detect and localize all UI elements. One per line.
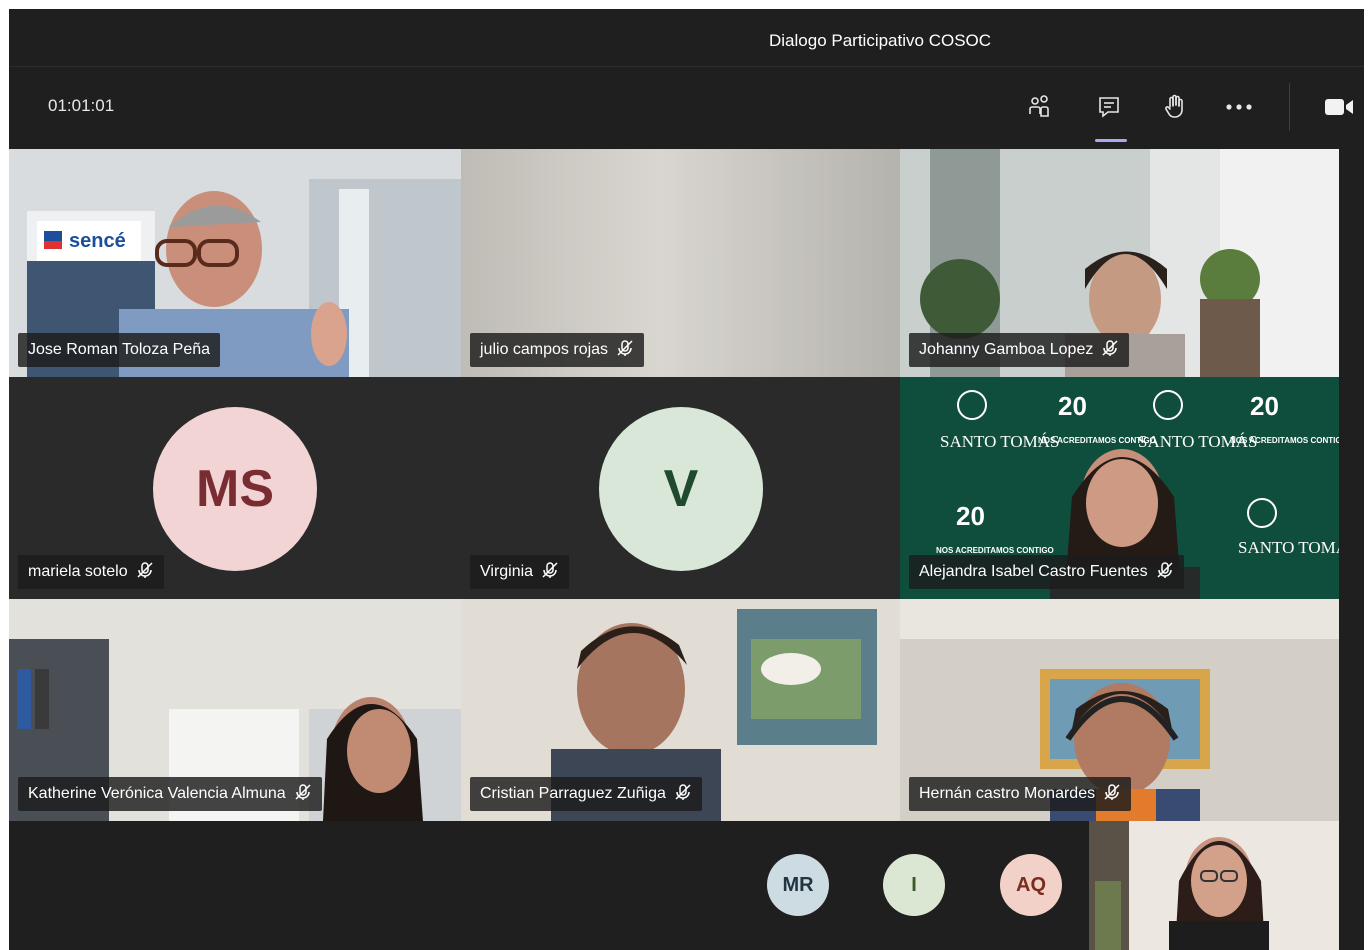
participant-name-label: Hernán castro Monardes	[909, 777, 1132, 811]
teams-meeting-window: Dialogo Participativo COSOC 01:01:01 sen…	[9, 9, 1364, 950]
anniversary-number: 20	[1250, 391, 1279, 421]
participant-name: Hernán castro Monardes	[919, 785, 1096, 802]
avatar-initials: I	[911, 873, 917, 896]
people-icon[interactable]	[1023, 91, 1057, 123]
participant-name: Johanny Gamboa Lopez	[919, 341, 1094, 358]
mic-muted-icon	[1156, 561, 1174, 584]
video-tile-katherine[interactable]: Katherine Verónica Valencia Almuna	[9, 599, 461, 821]
title-bar: Dialogo Participativo COSOC	[9, 9, 1364, 67]
campaign-text: NOS ACREDITAMOS CONTIGO	[1230, 436, 1339, 445]
overflow-avatar[interactable]: MR	[767, 854, 829, 916]
avatar-tile-mariela[interactable]: MS mariela sotelo	[9, 377, 461, 599]
overflow-avatar[interactable]: I	[883, 854, 945, 916]
mic-muted-icon	[1103, 783, 1121, 806]
participant-name-label: Jose Roman Toloza Peña	[18, 333, 221, 367]
participant-name-label: Virginia	[470, 555, 570, 589]
campaign-text: NOS ACREDITAMOS CONTIGO	[1038, 436, 1156, 445]
anniversary-number: 20	[956, 501, 985, 531]
camera-icon[interactable]	[1322, 91, 1356, 123]
mic-muted-icon	[616, 339, 634, 362]
mic-muted-icon	[1101, 339, 1119, 362]
participant-name-label: mariela sotelo	[18, 555, 164, 589]
participant-name: Alejandra Isabel Castro Fuentes	[919, 563, 1148, 580]
anniversary-number: 20	[1058, 391, 1087, 421]
mic-muted-icon	[294, 783, 312, 806]
participant-name: julio campos rojas	[480, 341, 609, 358]
video-frame-self	[1089, 821, 1339, 950]
self-preview-video[interactable]	[1089, 821, 1339, 950]
participant-name: Katherine Verónica Valencia Almuna	[28, 785, 286, 802]
meeting-timer: 01:01:01	[48, 96, 115, 115]
sence-logo-text: sencé	[69, 230, 126, 252]
participant-name-label: Alejandra Isabel Castro Fuentes	[909, 555, 1184, 589]
participant-avatar: V	[599, 407, 763, 571]
mic-muted-icon	[136, 561, 154, 584]
video-tile-jose[interactable]: sencé Jose Roman Toloza Peña	[9, 149, 461, 377]
raise-hand-icon[interactable]	[1158, 91, 1192, 123]
participant-name-label: Katherine Verónica Valencia Almuna	[18, 777, 322, 811]
participant-name: mariela sotelo	[28, 563, 128, 580]
mic-muted-icon	[541, 561, 559, 584]
participant-name-label: Johanny Gamboa Lopez	[909, 333, 1130, 367]
avatar-initials: MR	[782, 873, 814, 896]
participant-avatar: MS	[153, 407, 317, 571]
avatar-initials: MS	[196, 460, 274, 518]
avatar-initials: AQ	[1016, 873, 1046, 896]
video-tile-johanny[interactable]: Johanny Gamboa Lopez	[900, 149, 1339, 377]
avatar-tile-virginia[interactable]: V Virginia	[461, 377, 900, 599]
participant-name: Jose Roman Toloza Peña	[28, 341, 211, 358]
overflow-avatar[interactable]: AQ	[1000, 854, 1062, 916]
campaign-text: NOS ACREDITAMOS CONTIGO	[936, 546, 1054, 555]
more-options-icon[interactable]	[1222, 91, 1256, 123]
meeting-toolbar: 01:01:01	[9, 67, 1364, 149]
santo-tomas-text: SANTO TOMÁS	[1238, 538, 1339, 557]
toolbar-divider	[1289, 83, 1290, 131]
video-tile-julio[interactable]: julio campos rojas	[461, 149, 900, 377]
video-tile-alejandra[interactable]: SANTO TOMÁS SANTO TOMÁS SANTO TOMÁS 20 N…	[900, 377, 1339, 599]
chat-active-indicator	[1095, 139, 1127, 142]
meeting-title: Dialogo Participativo COSOC	[769, 31, 992, 50]
video-tile-cristian[interactable]: Cristian Parraguez Zuñiga	[461, 599, 900, 821]
participant-name-label: Cristian Parraguez Zuñiga	[470, 777, 702, 811]
participant-name: Cristian Parraguez Zuñiga	[480, 785, 666, 802]
overflow-participants-row: MR I AQ	[9, 821, 1364, 950]
video-tile-hernan[interactable]: Hernán castro Monardes	[900, 599, 1339, 821]
mic-muted-icon	[674, 783, 692, 806]
avatar-initials: V	[663, 460, 699, 518]
participant-name: Virginia	[480, 563, 534, 580]
chat-icon[interactable]	[1092, 91, 1126, 123]
participant-name-label: julio campos rojas	[470, 333, 645, 367]
